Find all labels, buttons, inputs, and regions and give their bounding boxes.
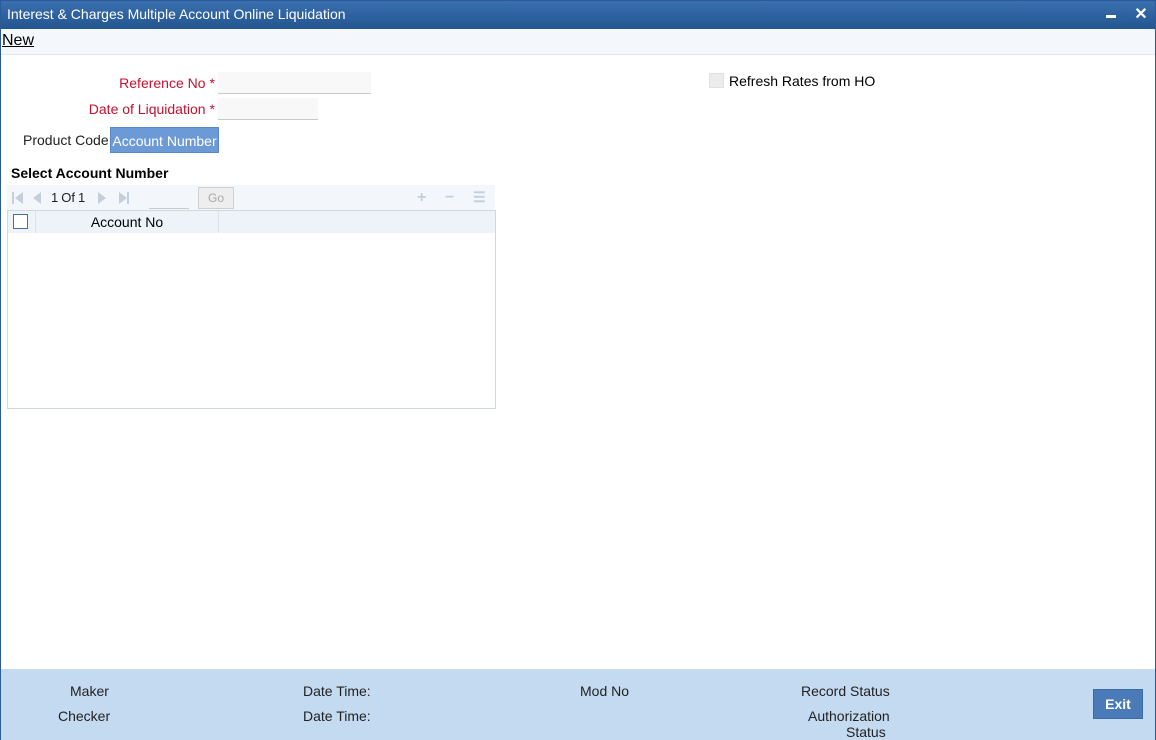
refresh-rates-checkbox[interactable] xyxy=(709,73,724,88)
checker-date-time-label: Date Time: xyxy=(303,708,371,724)
maker-date-time-label: Date Time: xyxy=(303,683,371,699)
exit-button[interactable]: Exit xyxy=(1093,689,1143,719)
close-icon[interactable]: ✕ xyxy=(1131,5,1151,25)
checker-label: Checker xyxy=(58,708,111,724)
tab-account-number[interactable]: Account Number xyxy=(110,127,219,153)
single-view-icon[interactable]: ☰ xyxy=(473,189,486,206)
mod-no-label: Mod No xyxy=(580,683,630,699)
authorization-status-label: Status xyxy=(846,724,886,740)
select-account-number-title: Select Account Number xyxy=(11,165,169,181)
date-of-liquidation-label: Date of Liquidation * xyxy=(88,101,215,117)
last-page-icon[interactable] xyxy=(119,192,131,204)
next-page-icon[interactable] xyxy=(98,192,110,204)
date-of-liquidation-field[interactable] xyxy=(218,98,318,120)
liquidation-window: Interest & Charges Multiple Account Onli… xyxy=(0,0,1156,740)
tab-product-code[interactable]: Product Code xyxy=(23,127,109,153)
column-header-account-no[interactable]: Account No xyxy=(36,211,219,233)
audit-footer: Maker Checker Date Time: Date Time: Mod … xyxy=(1,669,1155,740)
of-label: Of xyxy=(61,190,75,205)
first-page-icon[interactable] xyxy=(12,192,24,204)
maker-label: Maker xyxy=(70,683,109,699)
total-pages: 1 xyxy=(77,190,86,205)
select-all-checkbox[interactable] xyxy=(13,214,28,229)
previous-page-icon[interactable] xyxy=(33,192,45,204)
menu-bar: New xyxy=(1,29,1155,55)
reference-no-field[interactable] xyxy=(218,72,371,94)
grid-toolbar: 1 Of 1 Go + − ☰ xyxy=(7,185,495,211)
authorization-label: Authorization xyxy=(808,708,890,724)
minimize-icon[interactable] xyxy=(1101,5,1121,25)
refresh-rates-label: Refresh Rates from HO xyxy=(729,73,876,89)
page-indicator: 1 Of 1 xyxy=(51,190,88,205)
reference-no-label: Reference No * xyxy=(119,75,215,91)
delete-row-icon[interactable]: − xyxy=(445,189,454,207)
page-number-input[interactable] xyxy=(149,189,189,209)
grid-header: Account No xyxy=(8,211,495,233)
current-page: 1 xyxy=(51,190,59,205)
title-bar: Interest & Charges Multiple Account Onli… xyxy=(1,1,1155,29)
record-status-label: Record Status xyxy=(801,683,890,699)
header-check-cell xyxy=(8,211,36,233)
account-grid: Account No xyxy=(7,210,496,409)
window-title: Interest & Charges Multiple Account Onli… xyxy=(7,6,346,22)
add-row-icon[interactable]: + xyxy=(417,189,426,207)
new-link[interactable]: New xyxy=(2,32,34,50)
go-button[interactable]: Go xyxy=(198,187,234,209)
